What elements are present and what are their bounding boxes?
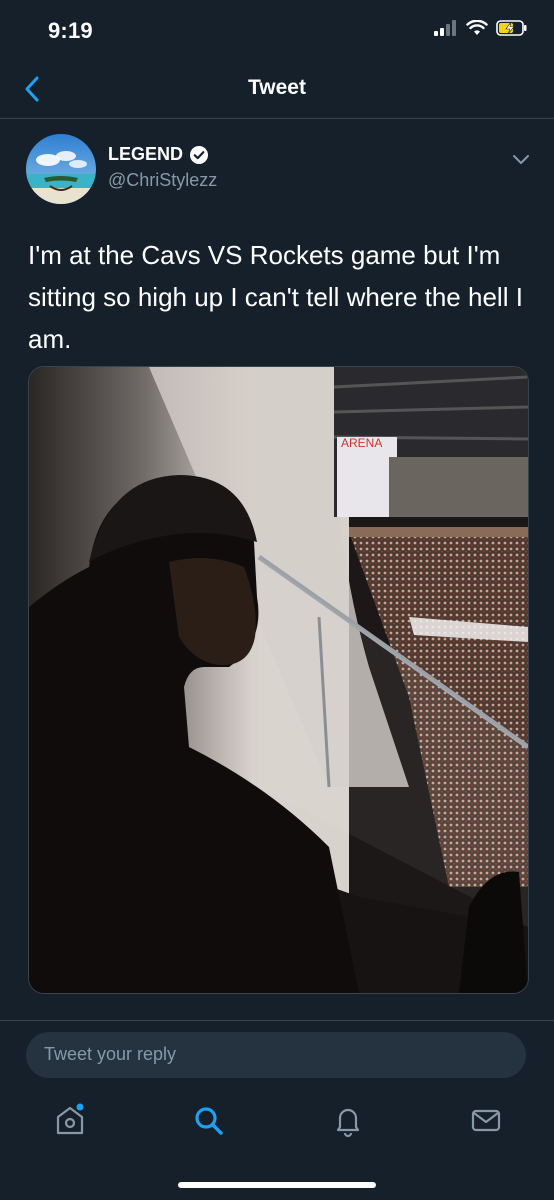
status-time: 9:19 xyxy=(48,18,93,43)
verified-badge-icon xyxy=(190,145,209,164)
battery-charging-icon xyxy=(496,20,527,36)
search-icon[interactable] xyxy=(190,1102,226,1138)
chevron-down-icon[interactable] xyxy=(510,148,532,170)
nav-bar: Tweet xyxy=(0,60,554,119)
arena-sign: ARENA xyxy=(341,436,382,450)
avatar[interactable] xyxy=(26,134,96,204)
home-icon[interactable] xyxy=(52,1102,88,1138)
cellular-signal-icon xyxy=(434,20,456,36)
wifi-icon xyxy=(466,20,488,35)
status-icons xyxy=(434,20,528,36)
user-handle[interactable]: @ChriStylezz xyxy=(108,170,217,191)
page-title: Tweet xyxy=(248,76,306,99)
avatar-image xyxy=(26,134,96,204)
photo-image: ARENA xyxy=(29,367,528,993)
tweet-photo[interactable]: ARENA xyxy=(28,366,529,994)
reply-placeholder: Tweet your reply xyxy=(44,1044,177,1064)
messages-icon[interactable] xyxy=(468,1102,504,1138)
notifications-icon[interactable] xyxy=(330,1102,366,1138)
name-row: LEGEND xyxy=(108,144,209,165)
notification-dot xyxy=(76,1103,84,1111)
divider xyxy=(0,1020,554,1021)
reply-input[interactable]: Tweet your reply xyxy=(26,1032,526,1078)
home-indicator xyxy=(178,1182,376,1188)
display-name[interactable]: LEGEND xyxy=(108,144,183,165)
tweet-text: I'm at the Cavs VS Rockets game but I'm … xyxy=(28,240,523,354)
